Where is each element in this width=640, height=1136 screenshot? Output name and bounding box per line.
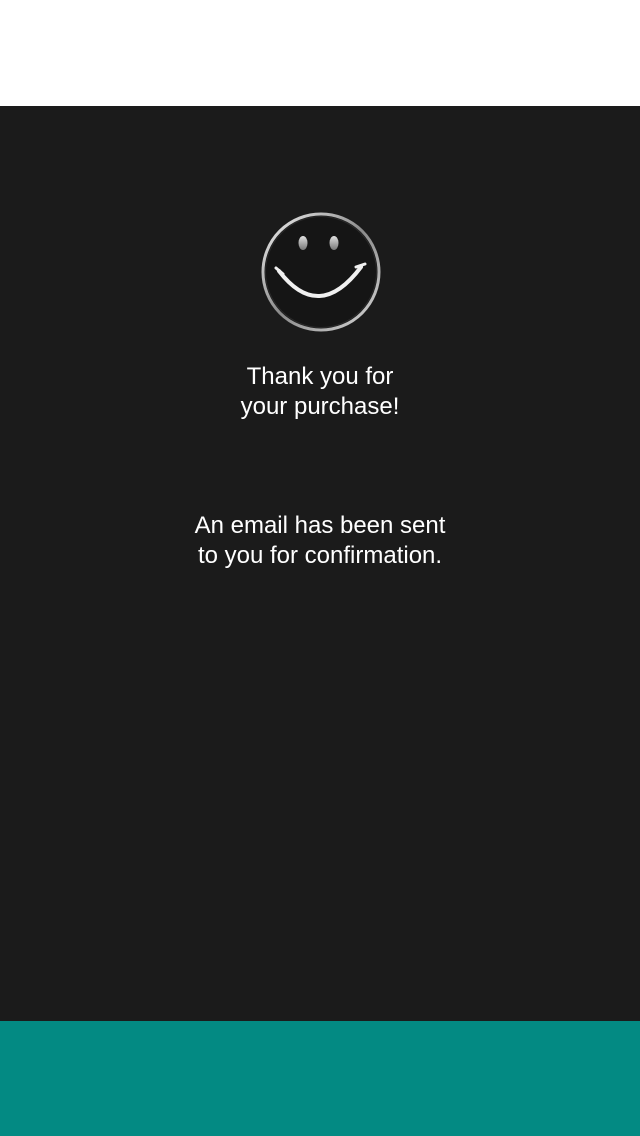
top-bar bbox=[0, 0, 640, 106]
email-message-line-2: to you for confirmation. bbox=[197, 542, 443, 569]
confirmation-panel: Thank you for your purchase! An email ha… bbox=[0, 106, 640, 1021]
email-confirmation-message: An email has been sent to you for confir… bbox=[0, 511, 640, 571]
thank-you-line-2: your purchase! bbox=[240, 393, 400, 420]
bottom-bar[interactable] bbox=[0, 1021, 640, 1136]
thank-you-line-1: Thank you for bbox=[246, 363, 394, 390]
thank-you-heading: Thank you for your purchase! bbox=[0, 362, 640, 422]
email-message-line-1: An email has been sent bbox=[194, 512, 446, 539]
smiley-face-icon bbox=[261, 212, 381, 332]
